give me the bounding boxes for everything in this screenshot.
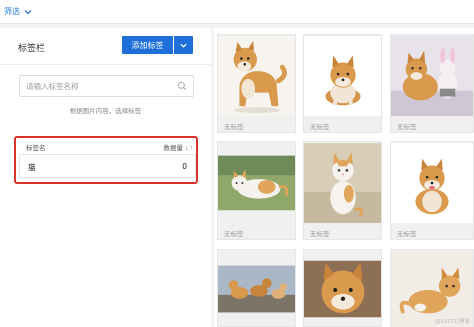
chevron-down-icon [24, 9, 32, 14]
tag-count: 0 [182, 162, 187, 171]
tag-panel: 标签栏 添加标签 根据图片内容，选择标签 标签名 数据量↓↑ 猫 0 [0, 28, 211, 327]
table-row[interactable]: 猫 0 [19, 154, 196, 178]
add-tag-dropdown-button[interactable] [174, 36, 193, 54]
image-status-label: 无标签 [397, 123, 417, 131]
dogs-rocks-icon [218, 265, 295, 313]
image-card[interactable] [303, 249, 382, 327]
image-card[interactable]: 无标签 [390, 34, 474, 133]
image-card[interactable] [390, 249, 474, 327]
shiba-toy-icon [391, 35, 473, 117]
sort-icon: ↓↑ [183, 145, 194, 152]
tag-table: 标签名 数据量↓↑ 猫 0 [14, 136, 198, 184]
watermark: @51CTO博客 [434, 319, 470, 325]
image-card[interactable] [217, 249, 296, 327]
tag-table-header: 标签名 数据量↓↑ [26, 142, 202, 152]
shiba-smiling-icon [391, 142, 473, 224]
image-status-label: 无标签 [224, 123, 244, 131]
image-card[interactable]: 无标签 [303, 141, 382, 240]
panel-divider [0, 64, 211, 65]
chevron-down-icon [180, 43, 187, 48]
tag-search [19, 75, 194, 97]
image-card[interactable]: 无标签 [217, 34, 296, 133]
top-bar: 筛选 [0, 0, 474, 24]
image-card[interactable]: 无标签 [303, 34, 382, 133]
tag-search-input[interactable] [26, 81, 177, 91]
column-header-count-label: 数据量 [163, 144, 183, 152]
add-tag-button-group: 添加标签 [122, 36, 193, 54]
image-status-label: 无标签 [310, 123, 330, 131]
image-grid: 无标签 无标签 无标签 无标签 无标签 无标签 @51CTO博客 [214, 28, 474, 327]
column-header-name: 标签名 [26, 144, 46, 152]
tag-name: 猫 [28, 163, 36, 172]
cat-ginger-icon [391, 250, 473, 327]
tag-hint: 根据图片内容，选择标签 [69, 107, 142, 115]
filter-label: 筛选 [4, 7, 20, 16]
image-status-label: 无标签 [224, 230, 244, 238]
cat-sitting-icon [304, 142, 381, 224]
image-card[interactable]: 无标签 [390, 141, 474, 240]
add-tag-button[interactable]: 添加标签 [122, 36, 173, 54]
image-status-label: 无标签 [397, 230, 417, 238]
cat-lying-icon [218, 155, 295, 211]
shiba-sitting-icon [304, 35, 381, 117]
image-status-label: 无标签 [310, 230, 330, 238]
column-header-count[interactable]: 数据量↓↑ [163, 142, 194, 152]
shiba-closeup-icon [304, 260, 381, 318]
image-card[interactable]: 无标签 [217, 141, 296, 240]
panel-title: 标签栏 [18, 44, 46, 54]
search-icon[interactable] [177, 81, 187, 91]
filter-toggle[interactable]: 筛选 [4, 6, 33, 17]
shiba-standing-icon [218, 35, 295, 117]
